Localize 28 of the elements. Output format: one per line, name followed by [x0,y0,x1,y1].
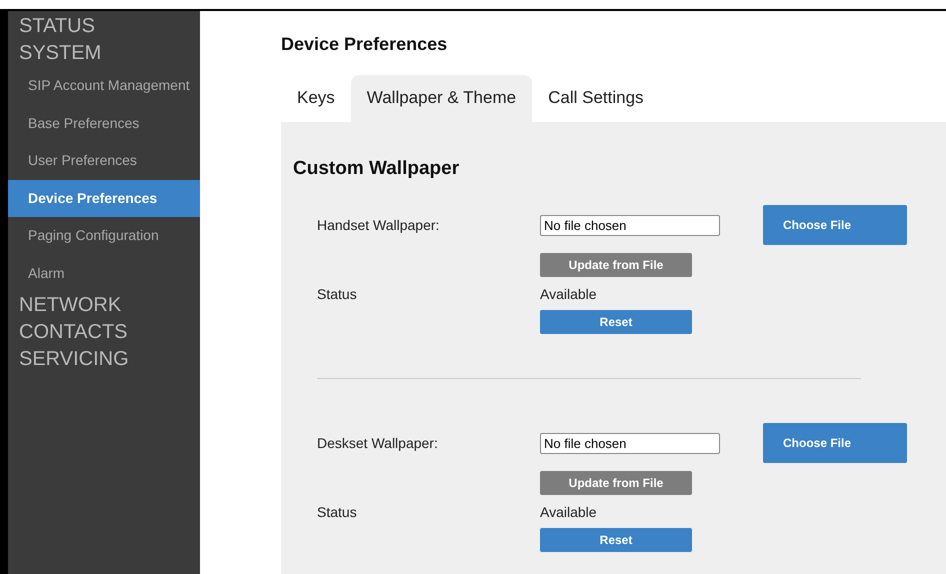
sidebar-item[interactable]: Base Preferences [8,104,200,142]
sidebar-group[interactable]: CONTACTS [8,319,200,346]
sidebar-group[interactable]: STATUS [8,13,200,40]
tab[interactable]: Call Settings [532,75,660,122]
status-value: Available [540,504,597,520]
sidebar-item[interactable]: Device Preferences [8,180,200,217]
choose-file-button[interactable]: Choose File [763,423,907,463]
status-value: Available [540,286,597,302]
reset-button[interactable]: Reset [540,310,692,334]
sidebar-item[interactable]: User Preferences [8,142,200,180]
sidebar-group[interactable]: NETWORK [8,292,200,319]
tab[interactable]: Keys [281,75,351,122]
choose-file-button[interactable]: Choose File [763,205,907,245]
status-label: Status [317,286,358,302]
status-label: Status [317,504,358,520]
sidebar-item[interactable]: Alarm [8,254,200,292]
section-title: Custom Wallpaper [293,158,460,180]
field-label: Handset Wallpaper: [317,217,440,233]
reset-button[interactable]: Reset [540,528,692,552]
sidebar-group[interactable]: SERVICING [8,346,200,373]
sidebar-item[interactable]: SIP Account Management [8,67,200,104]
sidebar-item[interactable]: Paging Configuration [8,217,200,254]
sidebar-group[interactable]: SYSTEM [8,40,200,67]
field-label: Deskset Wallpaper: [317,435,439,451]
page-title: Device Preferences [281,34,448,55]
tab[interactable]: Wallpaper & Theme [350,75,532,122]
file-field[interactable]: No file chosen [540,214,720,236]
file-field[interactable]: No file chosen [540,432,720,454]
